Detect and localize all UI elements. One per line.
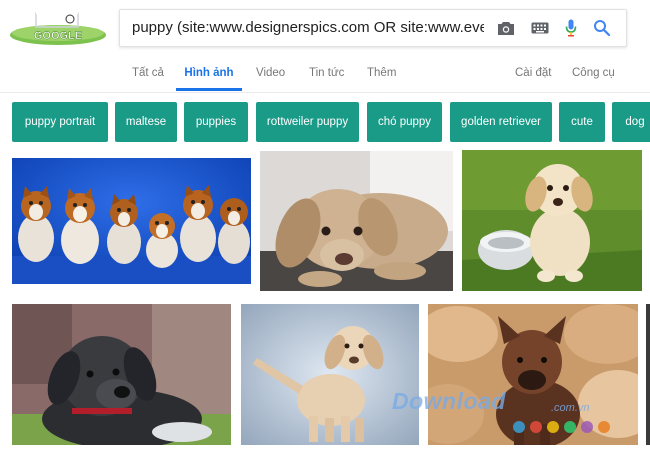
google-doodle-logo[interactable]: GOOGLE [8, 10, 108, 46]
chip-cute[interactable]: cute [559, 102, 605, 142]
tab-all[interactable]: Tất cả [132, 58, 164, 91]
image-result-black-puppy[interactable] [12, 304, 231, 445]
watermark-domain: .com.vn [551, 402, 590, 414]
image-result-standing-puppy[interactable] [241, 304, 419, 445]
chip-golden-retriever[interactable]: golden retriever [450, 102, 552, 142]
logo-text: GOOGLE [34, 30, 82, 42]
chip-puppies[interactable]: puppies [184, 102, 248, 142]
chip-dog[interactable]: dog [612, 102, 650, 142]
chip-cho-puppy[interactable]: chó puppy [367, 102, 442, 142]
search-box: puppy (site:www.designerspics.com OR sit… [119, 9, 627, 47]
camera-icon[interactable] [494, 16, 518, 40]
image-result-corgi-puppies[interactable] [12, 158, 251, 284]
chip-puppy-portrait[interactable]: puppy portrait [12, 102, 108, 142]
watermark-text: Download [392, 388, 506, 414]
chip-maltese[interactable]: maltese [115, 102, 177, 142]
tab-images[interactable]: Hình ảnh [176, 58, 242, 91]
tab-more[interactable]: Thêm [367, 58, 396, 91]
tab-news[interactable]: Tin tức [309, 58, 344, 91]
tab-video[interactable]: Video [256, 58, 285, 91]
image-result-partial[interactable] [646, 304, 650, 445]
settings-link[interactable]: Cài đặt [515, 58, 551, 91]
chip-rottweiler-puppy[interactable]: rottweiler puppy [256, 102, 359, 142]
search-tabs: Tất cả Hình ảnh Video Tin tức Thêm Cài đ… [0, 58, 650, 93]
image-result-golden-puppy-bowl[interactable] [462, 150, 642, 291]
search-input[interactable]: puppy (site:www.designerspics.com OR sit… [132, 10, 484, 46]
watermark-dots-icon [513, 421, 610, 433]
keyboard-icon[interactable] [528, 16, 552, 40]
search-icon[interactable] [590, 16, 614, 40]
mic-icon[interactable] [559, 16, 583, 40]
tools-link[interactable]: Công cụ [572, 58, 615, 91]
image-result-lying-puppy[interactable] [260, 151, 453, 291]
related-searches: puppy portrait maltese puppies rottweile… [0, 102, 650, 142]
